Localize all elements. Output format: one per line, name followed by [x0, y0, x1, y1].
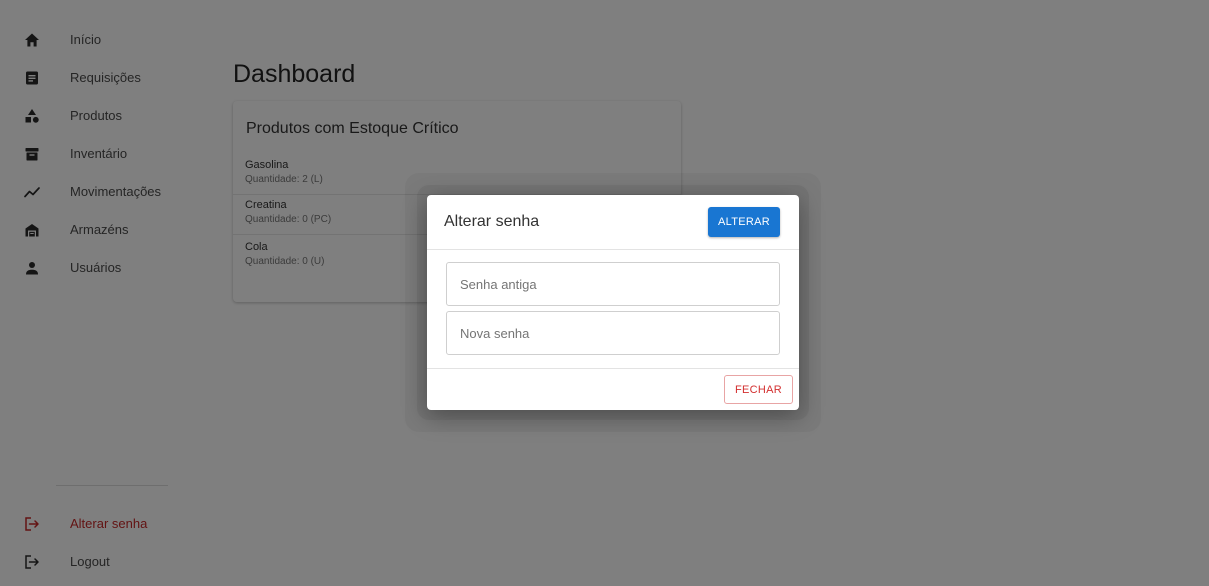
old-password-input[interactable] [446, 262, 780, 306]
fechar-button[interactable]: FECHAR [724, 375, 793, 404]
dialog-title: Alterar senha [444, 213, 540, 230]
dialog-header: Alterar senha ALTERAR [427, 195, 799, 250]
app-root: Início Requisições Produtos Inventário M [0, 0, 1209, 586]
alterar-button[interactable]: ALTERAR [708, 207, 780, 237]
dialog-footer: FECHAR [427, 368, 799, 411]
new-password-input[interactable] [446, 311, 780, 355]
change-password-dialog: Alterar senha ALTERAR FECHAR [427, 195, 799, 410]
